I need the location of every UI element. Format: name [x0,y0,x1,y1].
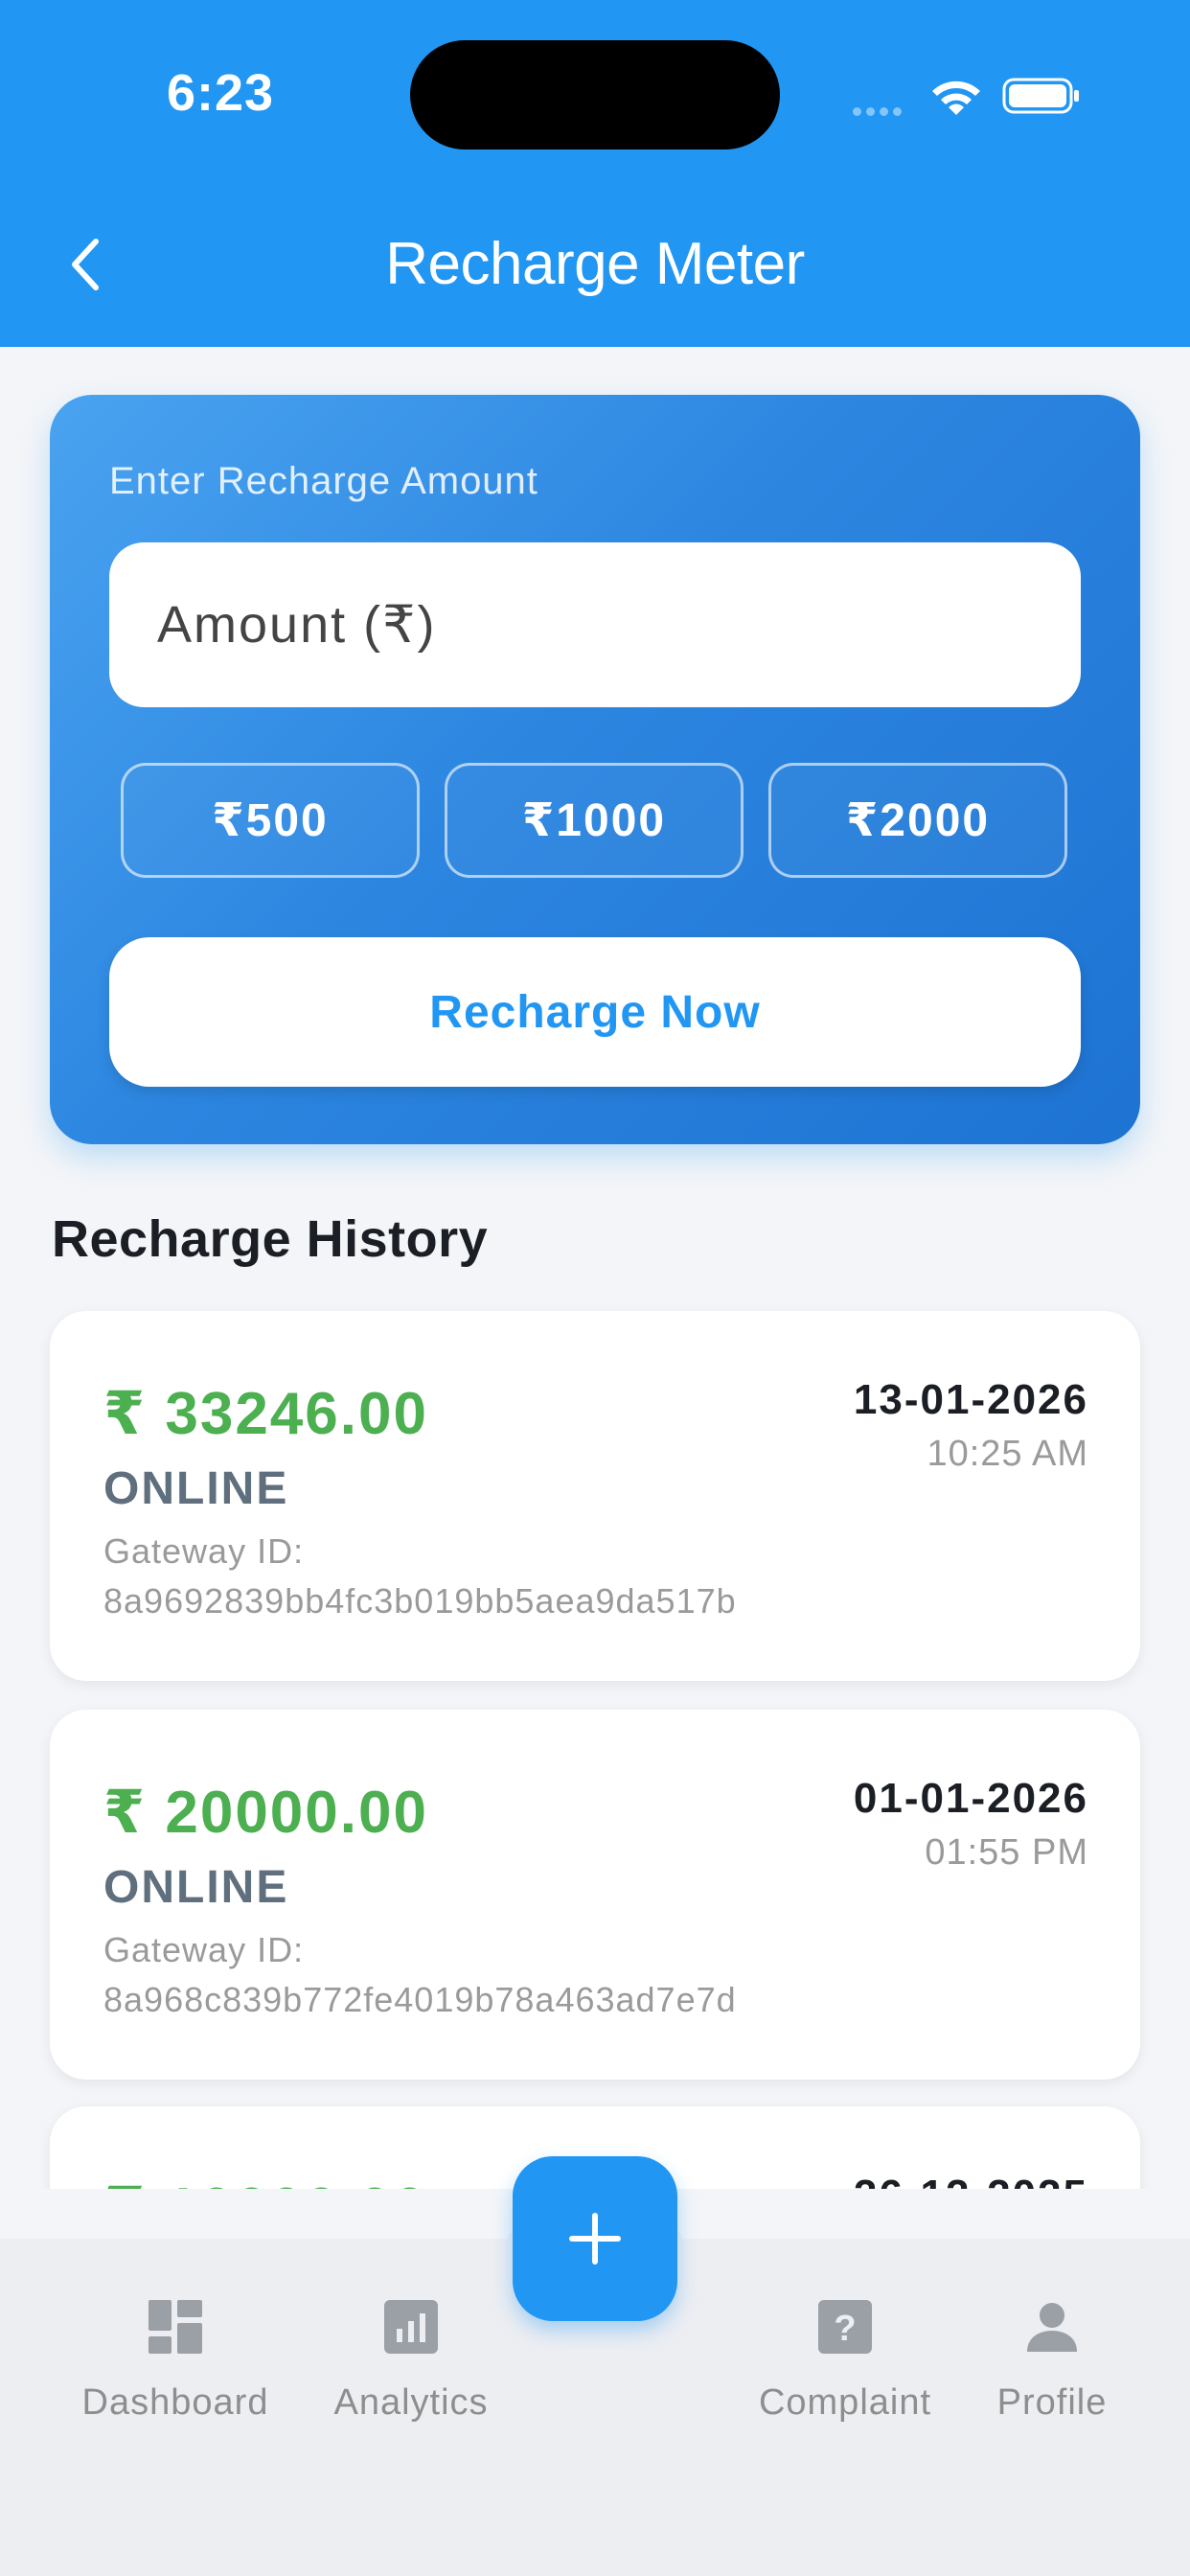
dynamic-island [410,40,780,150]
wifi-icon [932,80,980,115]
nav-item-profile[interactable]: Profile [937,2298,1167,2424]
page-title: Recharge Meter [385,231,805,297]
status-time: 6:23 [167,64,275,122]
history-date: 13-01-2026 [853,1376,1088,1423]
nav-item-dashboard[interactable]: Dashboard [60,2298,290,2424]
history-card[interactable]: ₹ 33246.00 ONLINE Gateway ID: 8a9692839b… [50,1311,1140,1681]
plus-icon [569,2213,621,2265]
gateway-id-value: 8a968c839b772fe4019b78a463ad7e7d [103,1980,737,2019]
history-time: 10:25 AM [927,1434,1088,1474]
history-date: 26-12-2025 [854,2172,1088,2189]
history-time: 01:55 PM [925,1832,1088,1873]
nav-label-dashboard: Dashboard [81,2382,269,2423]
add-fab-button[interactable] [513,2156,677,2321]
history-amount: ₹ 10000.00 [103,2174,428,2189]
history-method: ONLINE [103,1862,289,1913]
recharge-history-title: Recharge History [52,1210,489,1268]
recharge-history-list[interactable]: ₹ 33246.00 ONLINE Gateway ID: 8a9692839b… [0,1303,1190,2189]
gateway-id-label: Gateway ID: [103,1930,305,1969]
complaint-icon: ? [818,2300,872,2354]
history-amount: ₹ 20000.00 [103,1780,428,1846]
history-amount: ₹ 33246.00 [103,1381,428,1447]
gateway-id-label: Gateway ID: [103,1531,305,1571]
nav-item-analytics[interactable]: Analytics [296,2298,526,2424]
history-card[interactable]: ₹ 20000.00 ONLINE Gateway ID: 8a968c839b… [50,1710,1140,2080]
nav-label-profile: Profile [996,2382,1108,2423]
dashboard-icon [149,2300,202,2354]
nav-item-complaint[interactable]: ? Complaint [730,2298,960,2424]
analytics-icon [384,2300,438,2354]
nav-label-complaint: Complaint [758,2382,932,2423]
quick-amount-500[interactable]: ₹500 [121,763,420,878]
recharge-now-button[interactable]: Recharge Now [109,937,1081,1087]
app-bar: 6:23 Recharge Meter [0,0,1190,347]
signal-icon [853,104,906,121]
quick-amount-1000[interactable]: ₹1000 [445,763,744,878]
history-method: ONLINE [103,1463,289,1514]
recharge-card: Enter Recharge Amount ₹500 ₹1000 ₹2000 R… [50,395,1140,1144]
amount-input[interactable] [109,542,1081,707]
battery-icon [1002,78,1079,114]
quick-amount-2000[interactable]: ₹2000 [768,763,1067,878]
profile-icon [1027,2303,1077,2352]
gateway-id-value: 8a9692839bb4fc3b019bb5aea9da517b [103,1581,737,1621]
svg-text:?: ? [834,2309,856,2349]
recharge-amount-label: Enter Recharge Amount [109,460,538,502]
history-date: 01-01-2026 [853,1775,1088,1822]
nav-label-analytics: Analytics [333,2382,489,2423]
